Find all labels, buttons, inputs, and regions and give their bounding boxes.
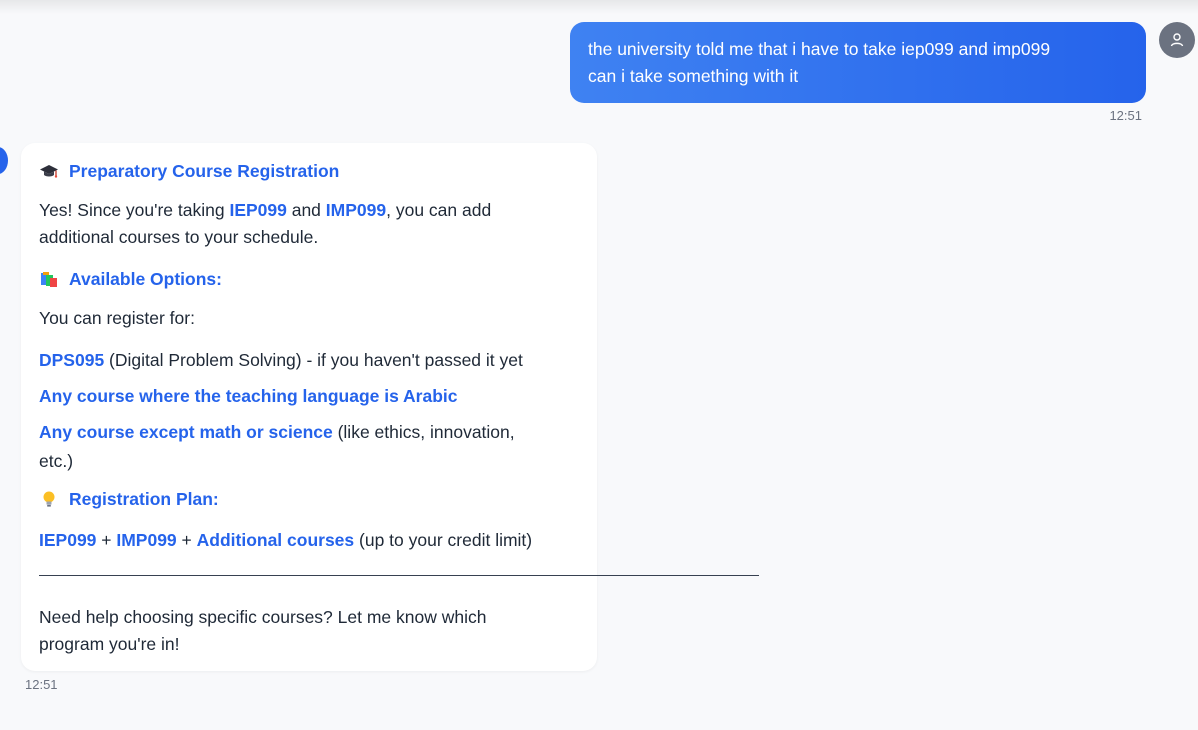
- option-item-non-science-line-2: etc.): [39, 451, 74, 471]
- option-item-non-science-desc: (like ethics, innovation,: [332, 422, 515, 442]
- title-text: Preparatory Course Registration: [69, 160, 340, 181]
- course-code-dps095: DPS095: [39, 350, 105, 370]
- intro-text-b: and: [286, 200, 326, 220]
- intro-text-a: Yes! Since you're taking: [39, 200, 230, 220]
- option-item-non-science-bold: Any course except math or science: [39, 422, 333, 442]
- plan-credit-note: (up to your credit limit): [354, 530, 533, 550]
- course-code-iep099: IEP099: [229, 200, 287, 220]
- plan-line: IEP099 + IMP099 + Additional courses (up…: [39, 527, 579, 554]
- plan-imp099: IMP099: [116, 530, 177, 550]
- divider-line: [39, 575, 759, 576]
- person-icon: [1170, 33, 1184, 47]
- user-message-time: 12:51: [1109, 108, 1142, 123]
- plan-heading-text: Registration Plan:: [69, 488, 219, 509]
- title-heading: Preparatory Course Registration: [39, 159, 579, 183]
- intro-text-c: , you can add: [386, 200, 492, 220]
- plan-iep099: IEP099: [39, 530, 97, 550]
- option-item-arabic: Any course where the teaching language i…: [39, 386, 458, 406]
- lightbulb-icon: [39, 489, 59, 509]
- intro-line-2: additional courses to your schedule.: [39, 227, 319, 247]
- option-item-dps095: DPS095 (Digital Problem Solving) - if yo…: [39, 347, 579, 374]
- register-text: You can register for:: [39, 308, 195, 328]
- chat-page: the university told me that i have to ta…: [0, 0, 1198, 730]
- option-item-non-science: Any course except math or science (like …: [39, 419, 579, 446]
- plan-plus-2: +: [176, 530, 197, 550]
- intro-line-1: Yes! Since you're taking IEP099 and IMP0…: [39, 197, 579, 224]
- plan-plus-1: +: [96, 530, 117, 550]
- plan-additional-courses: Additional courses: [196, 530, 355, 550]
- books-icon: [39, 269, 59, 289]
- closing-line-1: Need help choosing specific courses? Let…: [39, 607, 487, 627]
- option-item-dps095-desc: (Digital Problem Solving) - if you haven…: [104, 350, 523, 370]
- options-heading-text: Available Options:: [69, 268, 222, 289]
- graduation-cap-icon: [39, 161, 59, 181]
- closing-line-2: program you're in!: [39, 634, 180, 654]
- user-avatar[interactable]: [1159, 22, 1195, 58]
- assistant-avatar: [0, 147, 8, 174]
- options-heading: Available Options:: [39, 267, 579, 291]
- assistant-message-bubble: Preparatory Course Registration Yes! Sin…: [21, 143, 759, 671]
- assistant-message-time: 12:51: [25, 677, 58, 692]
- plan-heading: Registration Plan:: [39, 487, 579, 511]
- header-shadow: [0, 0, 1198, 14]
- user-message-bubble: the university told me that i have to ta…: [570, 22, 1146, 103]
- course-code-imp099: IMP099: [325, 200, 387, 220]
- user-message-line-2: can i take something with it: [588, 66, 799, 86]
- user-message-line-1: the university told me that i have to ta…: [588, 39, 1051, 59]
